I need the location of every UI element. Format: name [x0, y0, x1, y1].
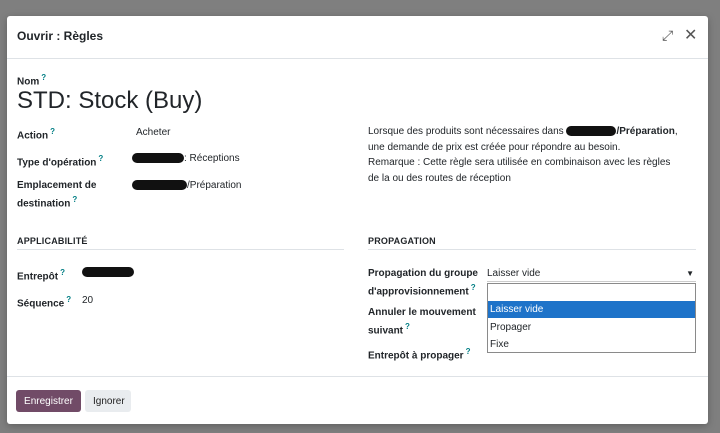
- group-propagation-dropdown: Laisser vide Propager Fixe: [487, 283, 696, 353]
- discard-button[interactable]: Ignorer: [85, 390, 131, 412]
- destination-label: Emplacement de destination?: [17, 180, 97, 210]
- redacted-text: [132, 153, 184, 164]
- sequence-value[interactable]: 20: [82, 294, 93, 308]
- help-icon[interactable]: ?: [72, 195, 77, 204]
- sequence-label: Séquence?: [17, 295, 72, 310]
- operation-type-label: Type d'opération?: [17, 154, 104, 169]
- help-icon[interactable]: ?: [471, 283, 476, 292]
- help-icon[interactable]: ?: [41, 73, 46, 82]
- rule-dialog: Ouvrir : Règles ⤢ ✕ Nom? STD: Stock (Buy…: [7, 16, 708, 424]
- dialog-footer: Enregistrer Ignorer: [7, 376, 708, 424]
- action-label: Action?: [17, 127, 55, 142]
- propagation-title: PROPAGATION: [368, 236, 436, 246]
- help-icon[interactable]: ?: [405, 322, 410, 331]
- rule-description: Lorsque des produits sont nécessaires da…: [368, 126, 678, 184]
- help-icon[interactable]: ?: [60, 268, 65, 277]
- group-propagation-label: Propagation du groupe d'approvisionnemen…: [368, 268, 478, 298]
- option-fixed[interactable]: Fixe: [488, 336, 695, 353]
- divider: [17, 249, 344, 250]
- redacted-text: [566, 126, 617, 137]
- help-icon[interactable]: ?: [98, 154, 103, 163]
- group-propagation-select[interactable]: Laisser vide ▼: [487, 267, 696, 282]
- cancel-next-move-label: Annuler le mouvement suivant?: [368, 307, 476, 337]
- help-icon[interactable]: ?: [66, 295, 71, 304]
- warehouse-label: Entrepôt?: [17, 268, 65, 283]
- expand-icon[interactable]: ⤢: [662, 27, 673, 44]
- option-leave-empty[interactable]: Laisser vide: [488, 301, 695, 318]
- redacted-text: [132, 180, 187, 191]
- dialog-title: Ouvrir : Règles: [17, 29, 104, 43]
- help-icon[interactable]: ?: [50, 127, 55, 136]
- dialog-header: Ouvrir : Règles ⤢ ✕: [7, 16, 708, 59]
- operation-type-value[interactable]: : Réceptions: [132, 152, 240, 166]
- caret-down-icon: ▼: [686, 269, 694, 278]
- help-icon[interactable]: ?: [466, 347, 471, 356]
- applicability-title: APPLICABILITÉ: [17, 236, 88, 246]
- redacted-text: [82, 267, 134, 278]
- divider: [368, 249, 696, 250]
- action-value[interactable]: Acheter: [136, 126, 170, 140]
- save-button[interactable]: Enregistrer: [16, 390, 81, 412]
- warehouse-value[interactable]: [82, 266, 134, 280]
- warehouse-to-propagate-label: Entrepôt à propager?: [368, 347, 471, 362]
- destination-value[interactable]: /Préparation: [132, 179, 241, 193]
- rule-name[interactable]: STD: Stock (Buy): [17, 87, 202, 115]
- close-icon[interactable]: ✕: [684, 25, 697, 45]
- option-propagate[interactable]: Propager: [488, 319, 695, 336]
